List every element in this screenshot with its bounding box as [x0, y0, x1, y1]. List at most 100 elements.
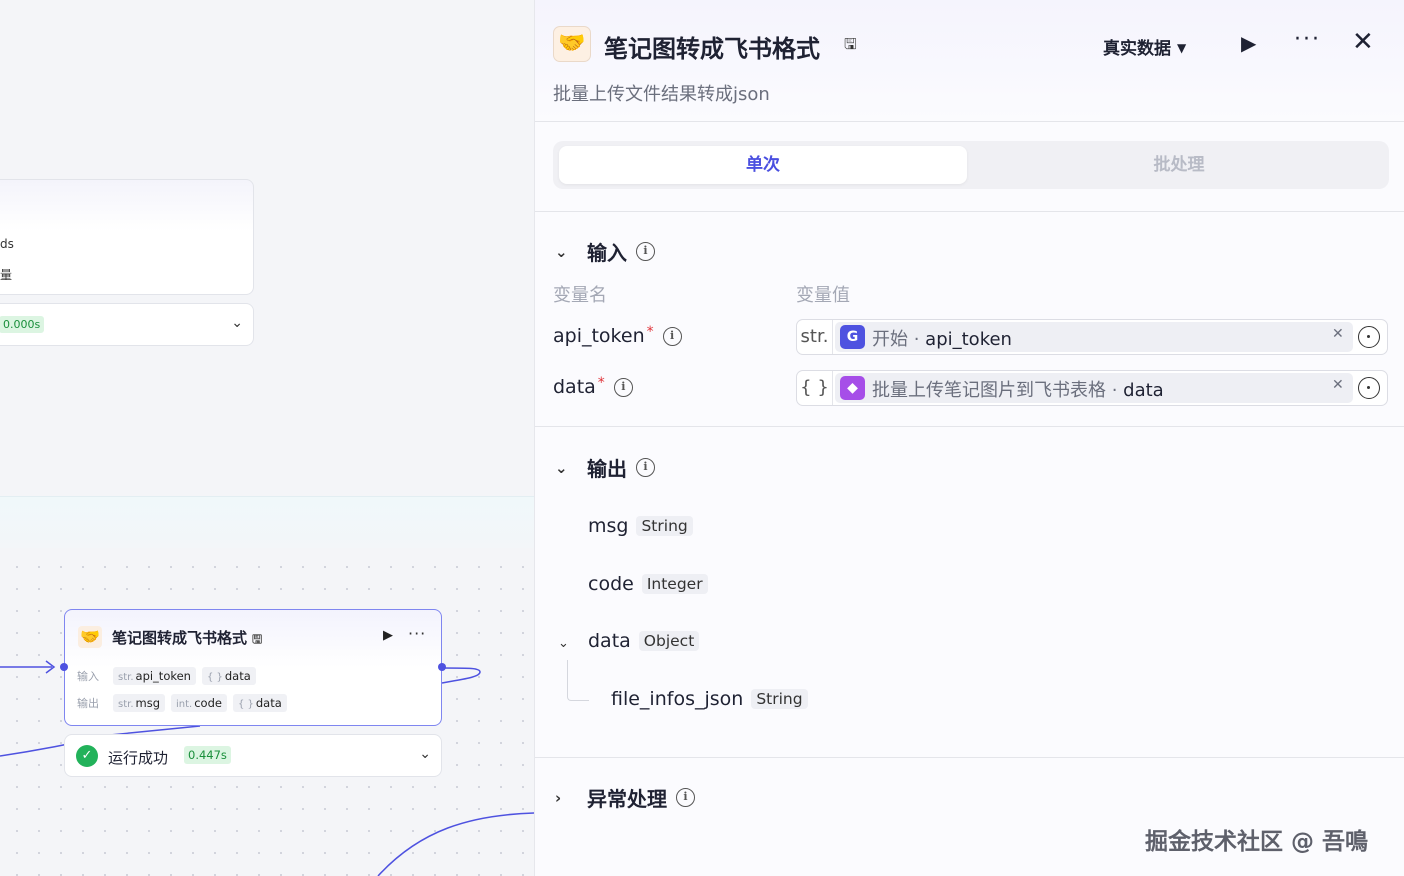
node-title-text: 笔记图转成飞书格式 [112, 629, 248, 647]
info-icon[interactable]: i [676, 788, 695, 807]
variable-reference-chip[interactable]: G 开始 · api_token ✕ [835, 322, 1353, 352]
plugin-icon: 🖫 [252, 632, 263, 646]
node-title: 笔记图转成飞书格式 🖫 [112, 627, 262, 651]
node-output-port[interactable] [438, 663, 446, 671]
previous-node-time-badge: 0.000s [0, 316, 45, 333]
run-status-text: 运行成功 [108, 749, 169, 767]
start-node-icon: G [840, 325, 865, 349]
chip-type: str. [118, 672, 134, 683]
output-name: file_infos_json [611, 688, 744, 710]
output-item-code: code Integer [588, 573, 708, 595]
variable-name-api-token: api_token * i [553, 324, 682, 347]
reference-source: 开始 [872, 329, 908, 350]
input-section-toggle[interactable]: ⌄ 输入 i [555, 237, 655, 266]
node-inputs-row: 输入 str. api_token { } data [77, 667, 256, 685]
more-options-button[interactable]: ··· [1294, 27, 1321, 52]
reference-source: 批量上传笔记图片到飞书表格 [872, 380, 1106, 401]
node-input-port[interactable] [60, 663, 68, 671]
variable-value-api-token[interactable]: str. G 开始 · api_token ✕ [796, 319, 1388, 355]
chevron-down-icon[interactable]: ⌄ [558, 636, 569, 651]
cube-icon: ◆ [840, 376, 865, 400]
column-header-name: 变量名 [553, 285, 607, 306]
divider [535, 426, 1404, 427]
caret-down-icon: ▼ [1177, 41, 1187, 55]
run-button[interactable]: ▶ [1241, 31, 1256, 55]
clear-icon[interactable]: ✕ [1332, 326, 1344, 342]
previous-node-status[interactable]: 0.000s ⌄ [0, 303, 254, 346]
info-icon[interactable]: i [662, 326, 682, 346]
check-icon: ✓ [76, 745, 98, 767]
chevron-right-icon: › [555, 788, 562, 807]
error-section-toggle[interactable]: › 异常处理 i [555, 783, 695, 812]
node-output-chip: { } data [232, 694, 287, 712]
node-input-chip: str. api_token [113, 667, 196, 685]
previous-node-card[interactable]: ds 量 [0, 179, 254, 295]
reference-separator: · [1106, 380, 1124, 401]
variable-name-text: data [553, 376, 596, 398]
chevron-down-icon[interactable]: ⌄ [231, 315, 243, 331]
reference-field: api_token [925, 329, 1012, 350]
type-indicator: { } [797, 371, 833, 405]
run-time-badge: 0.447s [184, 746, 231, 764]
tab-batch[interactable]: 批处理 [975, 146, 1383, 184]
variable-reference-chip[interactable]: ◆ 批量上传笔记图片到飞书表格 · data ✕ [835, 373, 1353, 403]
panel-subtitle: 批量上传文件结果转成json [553, 84, 770, 105]
variable-picker-icon[interactable] [1358, 377, 1380, 399]
output-section-toggle[interactable]: ⌄ 输出 i [555, 453, 655, 482]
chevron-down-icon: ⌄ [555, 458, 568, 477]
variable-name-text: api_token [553, 325, 645, 347]
reference-separator: · [908, 329, 926, 350]
divider [535, 757, 1404, 758]
output-type-badge: Integer [641, 574, 708, 594]
tab-single[interactable]: 单次 [559, 146, 967, 184]
chip-type: str. [118, 699, 134, 710]
close-button[interactable]: ✕ [1352, 27, 1374, 57]
plugin-icon: 🖫 [844, 35, 857, 53]
chip-type: { } [206, 672, 223, 683]
required-marker: * [646, 324, 654, 340]
watermark: 掘金技术社区 @ 吾鳴 [1145, 829, 1369, 855]
chip-name: data [224, 669, 251, 683]
info-icon[interactable]: i [636, 242, 655, 261]
output-section-title: 输出 [587, 457, 627, 481]
node-output-label: 输出 [77, 697, 99, 710]
canvas-loop-band [0, 496, 534, 548]
workflow-canvas[interactable]: ds 量 0.000s ⌄ 🤝 笔记图转成飞书格式 🖫 ▶ ··· 输入 str.… [0, 0, 534, 876]
divider [535, 211, 1404, 212]
output-type-badge: Object [638, 631, 700, 651]
output-item-msg: msg String [588, 515, 693, 537]
reference-field: data [1123, 380, 1164, 401]
info-icon[interactable]: i [613, 377, 633, 397]
chip-name: data [255, 696, 282, 710]
panel-title: 笔记图转成飞书格式 [604, 35, 820, 63]
output-type-badge: String [751, 689, 808, 709]
variable-value-data[interactable]: { } ◆ 批量上传笔记图片到飞书表格 · data ✕ [796, 370, 1388, 406]
node-card-feishu-format[interactable]: 🤝 笔记图转成飞书格式 🖫 ▶ ··· 输入 str. api_token { } d… [60, 609, 446, 726]
node-run-status[interactable]: ✓ 运行成功 0.447s ⌄ [64, 734, 442, 777]
previous-node-text-2: 量 [0, 268, 13, 282]
node-run-button[interactable]: ▶ [383, 628, 393, 643]
required-marker: * [597, 375, 605, 391]
output-name: msg [588, 515, 629, 537]
data-mode-dropdown[interactable]: 真实数据 ▼ [1103, 34, 1186, 59]
handshake-icon: 🤝 [553, 26, 591, 62]
node-more-button[interactable]: ··· [408, 624, 426, 643]
clear-icon[interactable]: ✕ [1332, 377, 1344, 393]
info-icon[interactable]: i [636, 458, 655, 477]
chip-name: code [194, 696, 222, 710]
node-output-chip: int. code [171, 694, 227, 712]
node-test-panel: 🤝 笔记图转成飞书格式 🖫 批量上传文件结果转成json 真实数据 ▼ ▶ ···… [534, 0, 1404, 876]
chevron-down-icon[interactable]: ⌄ [419, 746, 431, 762]
output-type-badge: String [636, 516, 693, 536]
output-name: code [588, 573, 634, 595]
node-output-chip: str. msg [113, 694, 166, 712]
reference-text: 批量上传笔记图片到飞书表格 · data [872, 376, 1164, 402]
reference-text: 开始 · api_token [872, 325, 1012, 351]
output-item-data[interactable]: data Object [588, 630, 700, 652]
chip-name: api_token [135, 669, 191, 683]
variable-name-data: data * i [553, 375, 633, 398]
chip-type: int. [176, 699, 193, 710]
chevron-down-icon: ⌄ [555, 242, 568, 261]
variable-picker-icon[interactable] [1358, 326, 1380, 348]
error-section-title: 异常处理 [587, 787, 667, 811]
